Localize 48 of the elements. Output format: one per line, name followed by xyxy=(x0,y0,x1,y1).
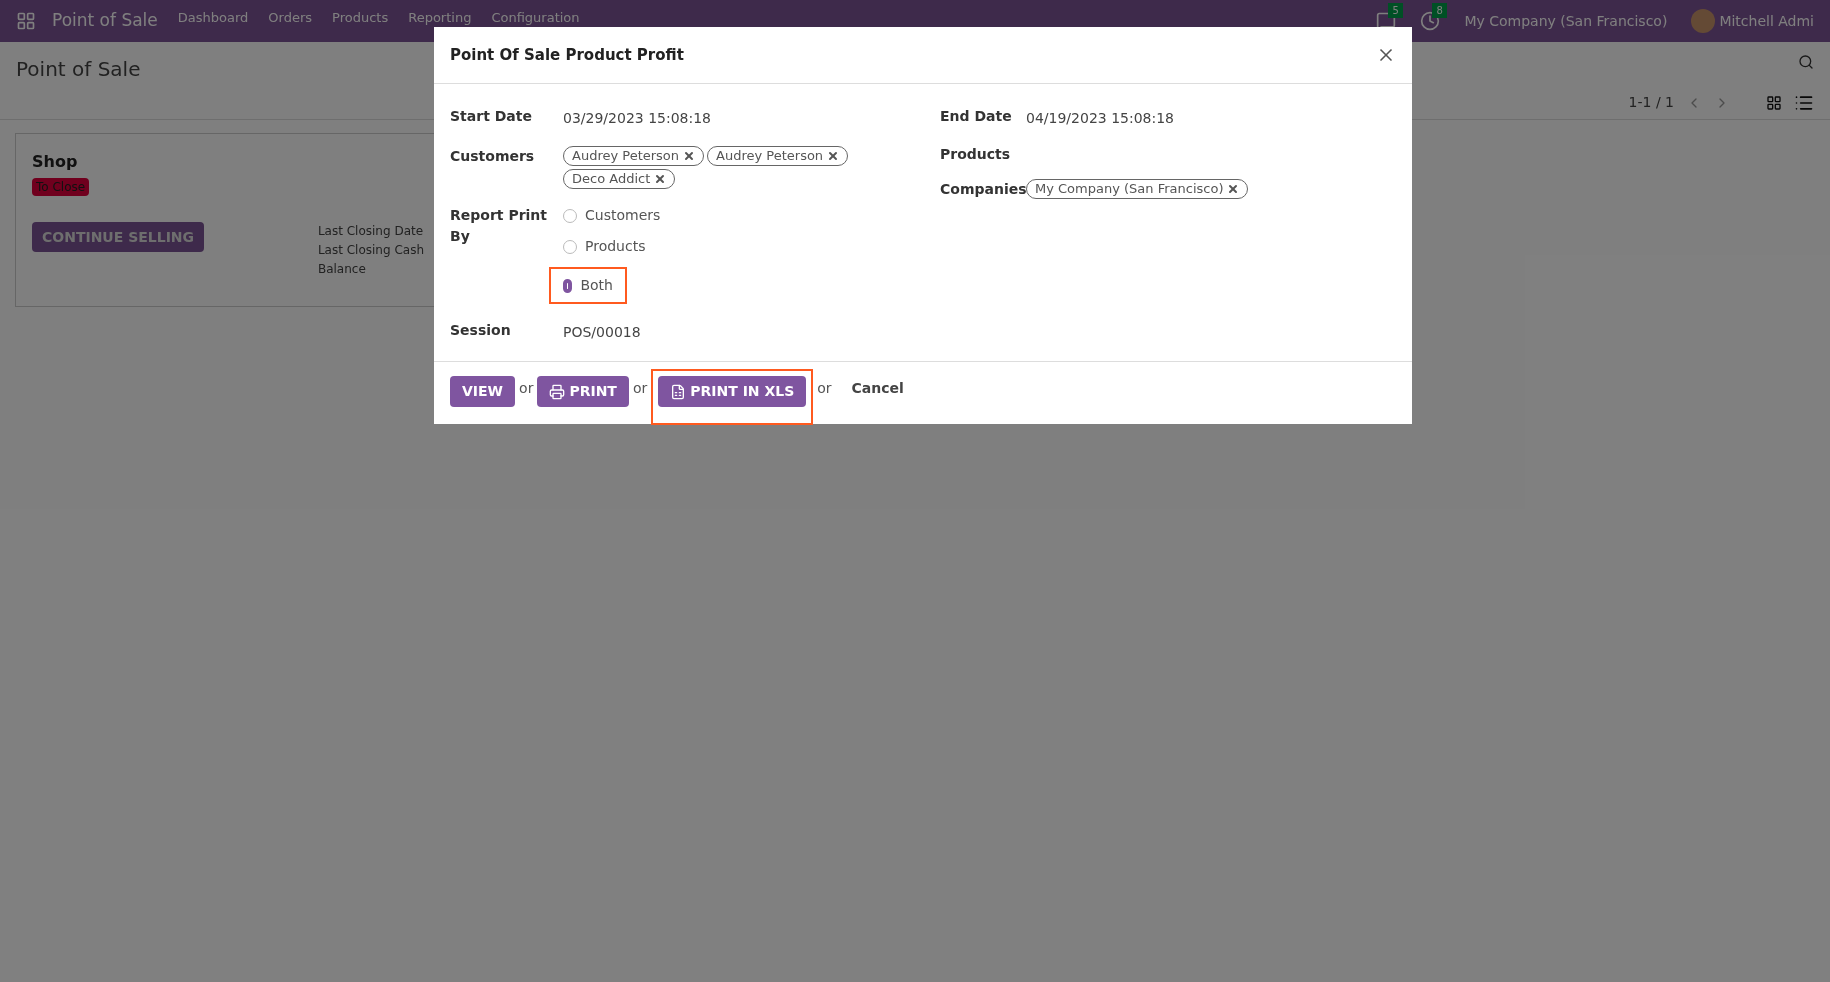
search-icon[interactable] xyxy=(1798,54,1814,70)
card-title: Shop xyxy=(32,151,79,173)
action-button[interactable]: VIEW xyxy=(450,376,516,407)
remove-icon[interactable] xyxy=(654,173,667,185)
info-label: Last Closing Date xyxy=(317,223,424,240)
field-label: Customers xyxy=(450,147,536,166)
field-label: Report Print By xyxy=(450,206,548,246)
separator-text: or xyxy=(817,380,832,396)
field-label: Start Date xyxy=(450,107,533,126)
radio-option[interactable]: Products xyxy=(563,236,661,257)
count-badge: 5 xyxy=(1388,3,1403,18)
dialog-title: Point Of Sale Product Profit xyxy=(450,44,684,66)
company-switcher[interactable]: My Company (San Francisco) xyxy=(1464,10,1668,32)
action-button[interactable]: PRINT xyxy=(537,376,629,407)
field-value: 03/29/2023 15:08:18 xyxy=(563,110,712,126)
radio-option[interactable]: Both xyxy=(563,275,613,296)
file-icon xyxy=(670,383,687,400)
menu-item[interactable]: Products xyxy=(332,10,389,25)
separator-text: or xyxy=(632,380,648,396)
separator-text: or xyxy=(519,380,534,396)
kanban-view-icon[interactable] xyxy=(1766,94,1782,111)
field-label: End Date xyxy=(940,107,1013,126)
remove-icon[interactable] xyxy=(683,150,696,162)
pager: 1-1 / 1 xyxy=(1628,93,1674,112)
status-badge: To Close xyxy=(32,178,90,196)
field-label: Session xyxy=(450,321,512,340)
menu-item[interactable]: Configuration xyxy=(491,10,580,25)
field-label: Products xyxy=(940,145,1012,164)
breadcrumb: Point of Sale xyxy=(16,56,141,83)
printer-icon xyxy=(549,383,566,400)
field-label: Companies xyxy=(940,180,1026,199)
menu-item[interactable]: Orders xyxy=(268,10,313,25)
field-value: POS/00018 xyxy=(563,324,641,340)
menu-item[interactable]: Reporting xyxy=(408,10,472,25)
apps-icon[interactable] xyxy=(16,11,36,31)
info-label: Balance xyxy=(317,261,367,278)
cancel-link[interactable]: Cancel xyxy=(851,378,904,399)
menu-item[interactable]: Dashboard xyxy=(177,10,249,25)
field-value: 04/19/2023 15:08:18 xyxy=(1026,110,1175,126)
user-name[interactable]: Mitchell Admi xyxy=(1719,10,1814,32)
radio-option[interactable]: Customers xyxy=(563,205,661,226)
info-label: Last Closing Cash xyxy=(317,242,424,259)
continue-selling-button[interactable]: CONTINUE SELLING xyxy=(32,222,205,252)
count-badge: 8 xyxy=(1432,3,1447,18)
action-button[interactable]: PRINT IN XLS xyxy=(658,376,807,407)
remove-icon[interactable] xyxy=(1227,183,1240,195)
remove-icon[interactable] xyxy=(827,150,840,162)
app-name[interactable]: Point of Sale xyxy=(52,8,158,34)
